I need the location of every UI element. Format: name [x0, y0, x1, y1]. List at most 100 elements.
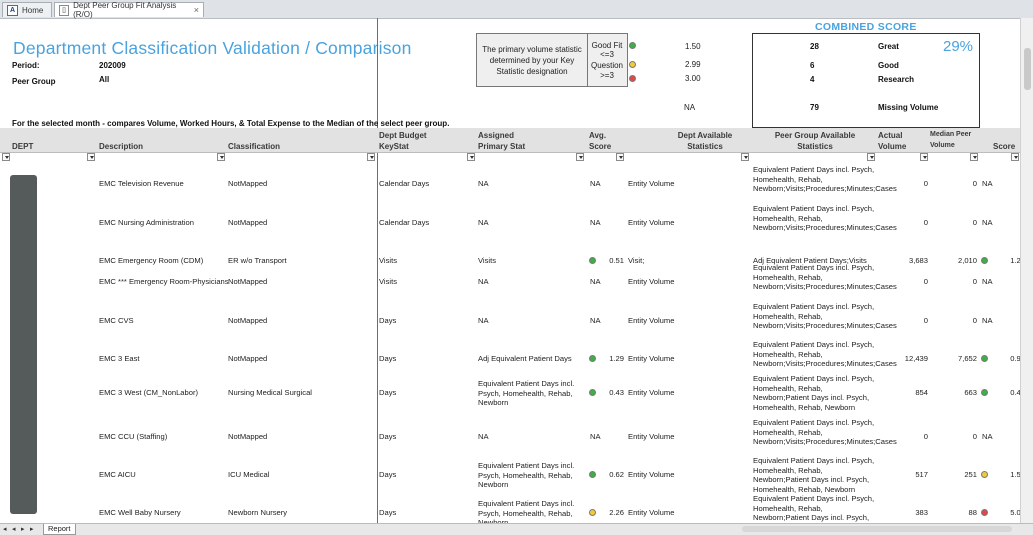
filter-score-dropdown[interactable] — [1011, 153, 1019, 161]
scrollbar-thumb[interactable] — [1024, 48, 1031, 90]
cell-keystat: Calendar Days — [379, 218, 430, 227]
legend-value-good: 1.50 — [685, 42, 701, 51]
filter-avg-score-dropdown[interactable] — [616, 153, 624, 161]
filter-description-dropdown[interactable] — [87, 153, 95, 161]
cell-median-volume: 0 — [972, 179, 977, 188]
label-missing-volume: Missing Volume — [878, 103, 939, 112]
cell-primary-stat: NA — [478, 218, 489, 227]
cell-peer-stats: Equivalent Patient Days incl. Psych, Hom… — [753, 374, 875, 412]
green-status-icon — [981, 389, 988, 396]
table-row[interactable]: EMC *** Emergency Room-Physicians NotMapp… — [0, 263, 1020, 301]
last-sheet-icon[interactable]: ▸ — [30, 525, 34, 533]
filter-dept-dropdown[interactable] — [2, 153, 10, 161]
prev-sheet-icon[interactable]: ◂ — [12, 525, 16, 533]
cell-score: NA — [982, 432, 993, 441]
cell-description: EMC CCU (Staffing) — [99, 432, 168, 441]
col-median-volume[interactable]: Median Peer Volume — [930, 129, 980, 151]
cell-peer-stats: Equivalent Patient Days incl. Psych, Hom… — [753, 263, 897, 292]
cell-actual-volume: 0 — [923, 179, 928, 188]
green-status-icon — [589, 389, 596, 396]
next-sheet-icon[interactable]: ▸ — [21, 525, 25, 533]
vertical-scrollbar[interactable] — [1020, 18, 1033, 523]
cell-dept-stats: Entity Volume — [628, 470, 675, 479]
label-good: Good — [878, 61, 899, 70]
cell-classification: NotMapped — [228, 432, 268, 441]
table-row[interactable]: EMC Nursing Administration NotMapped Calen… — [0, 204, 1020, 242]
cell-keystat: Days — [379, 354, 397, 363]
cell-primary-stat: NA — [478, 316, 489, 325]
filter-avg-dropdown[interactable] — [576, 153, 584, 161]
horizontal-scrollbar[interactable] — [742, 526, 1012, 532]
col-dept[interactable]: DEPT — [12, 141, 33, 152]
cell-avg-score: NA — [590, 218, 601, 227]
col-keystat[interactable]: Dept Budget KeyStat — [379, 130, 439, 152]
cell-avg-score: NA — [590, 277, 601, 286]
period-label: Period: — [12, 61, 40, 70]
filter-actual-dropdown[interactable] — [920, 153, 928, 161]
col-peer-stats[interactable]: Peer Group Available Statistics — [770, 130, 860, 152]
tab-home-label: Home — [22, 5, 44, 15]
count-great: 28 — [810, 42, 819, 51]
green-status-icon — [589, 355, 596, 362]
cell-median-volume: 663 — [964, 388, 977, 397]
close-icon[interactable]: × — [194, 5, 199, 15]
table-row[interactable]: EMC CVS NotMapped Days NA NA Entity Volume Equ… — [0, 302, 1020, 340]
cell-classification: ICU Medical — [228, 470, 270, 479]
filter-median-dropdown[interactable] — [970, 153, 978, 161]
cell-dept-stats: Entity Volume — [628, 388, 675, 397]
cell-primary-stat: Adj Equivalent Patient Days — [478, 354, 572, 363]
col-dept-stats[interactable]: Dept Available Statistics — [660, 130, 750, 152]
sheet-tab-report[interactable]: Report — [43, 524, 76, 535]
cell-classification: NotMapped — [228, 218, 268, 227]
col-primary-stat[interactable]: Assigned Primary Stat — [478, 130, 540, 152]
cell-keystat: Days — [379, 470, 397, 479]
col-classification[interactable]: Classification — [228, 141, 280, 152]
yellow-status-icon — [589, 509, 596, 516]
green-status-icon — [589, 471, 596, 478]
cell-classification: NotMapped — [228, 354, 268, 363]
combined-score-percent: 29% — [943, 38, 974, 55]
cell-dept-stats: Entity Volume — [628, 316, 675, 325]
cell-description: EMC 3 East — [99, 354, 140, 363]
filter-primary-dropdown[interactable] — [467, 153, 475, 161]
count-missing-volume: 79 — [810, 103, 819, 112]
label-great: Great — [878, 42, 899, 51]
legend-question-rule: >=3 — [600, 71, 614, 80]
filter-peer-stats-dropdown[interactable] — [867, 153, 875, 161]
cell-description: EMC *** Emergency Room-Physicians — [99, 277, 229, 286]
cell-avg-score: NA — [590, 179, 601, 188]
table-row[interactable]: EMC 3 East NotMapped Days Adj Equivalent Pa… — [0, 340, 1025, 378]
col-actual-volume[interactable]: Actual Volume — [878, 130, 914, 152]
cell-median-volume: 88 — [968, 508, 977, 517]
filter-classification-dropdown[interactable] — [217, 153, 225, 161]
col-description[interactable]: Description — [99, 141, 143, 152]
cell-keystat: Days — [379, 388, 397, 397]
table-row[interactable]: EMC Television Revenue NotMapped Calendar … — [0, 165, 1020, 203]
cell-score: NA — [982, 277, 993, 286]
combined-score-title: COMBINED SCORE — [815, 21, 917, 33]
table-row[interactable]: EMC CCU (Staffing) NotMapped Days NA NA Entit… — [0, 418, 1020, 456]
cell-avg-score: 1.29 — [609, 354, 624, 363]
cell-dept-stats: Entity Volume — [628, 354, 675, 363]
cell-primary-stat: Equivalent Patient Days incl. Psych, Hom… — [478, 461, 575, 490]
col-score[interactable]: Score — [993, 141, 1015, 152]
key-statistic-note: The primary volume statistic determined … — [476, 33, 588, 87]
tab-peer-group-fit[interactable]: ▯ Dept Peer Group Fit Analysis (R/O) × — [54, 1, 204, 19]
count-good: 6 — [810, 61, 815, 70]
cell-description: EMC CVS — [99, 316, 134, 325]
table-row[interactable]: EMC 3 West (CM_NonLabor) Nursing Medical … — [0, 374, 1025, 412]
tab-home[interactable]: A Home — [2, 2, 52, 17]
col-avg-score[interactable]: Avg. Score — [589, 130, 619, 152]
cell-keystat: Visits — [379, 277, 398, 286]
cell-keystat: Days — [379, 508, 397, 517]
cell-peer-stats: Equivalent Patient Days incl. Psych, Hom… — [753, 456, 875, 494]
cell-median-volume: 0 — [972, 432, 977, 441]
first-sheet-icon[interactable]: ◂ — [3, 525, 7, 533]
cell-actual-volume: 0 — [923, 316, 928, 325]
period-value: 202009 — [99, 61, 126, 70]
filter-dept-stats-dropdown[interactable] — [741, 153, 749, 161]
table-row[interactable]: EMC AICU ICU Medical Days Equivalent Patien… — [0, 456, 1025, 494]
cell-avg-score: NA — [590, 432, 601, 441]
document-icon: ▯ — [59, 4, 70, 16]
filter-keystat-dropdown[interactable] — [367, 153, 375, 161]
